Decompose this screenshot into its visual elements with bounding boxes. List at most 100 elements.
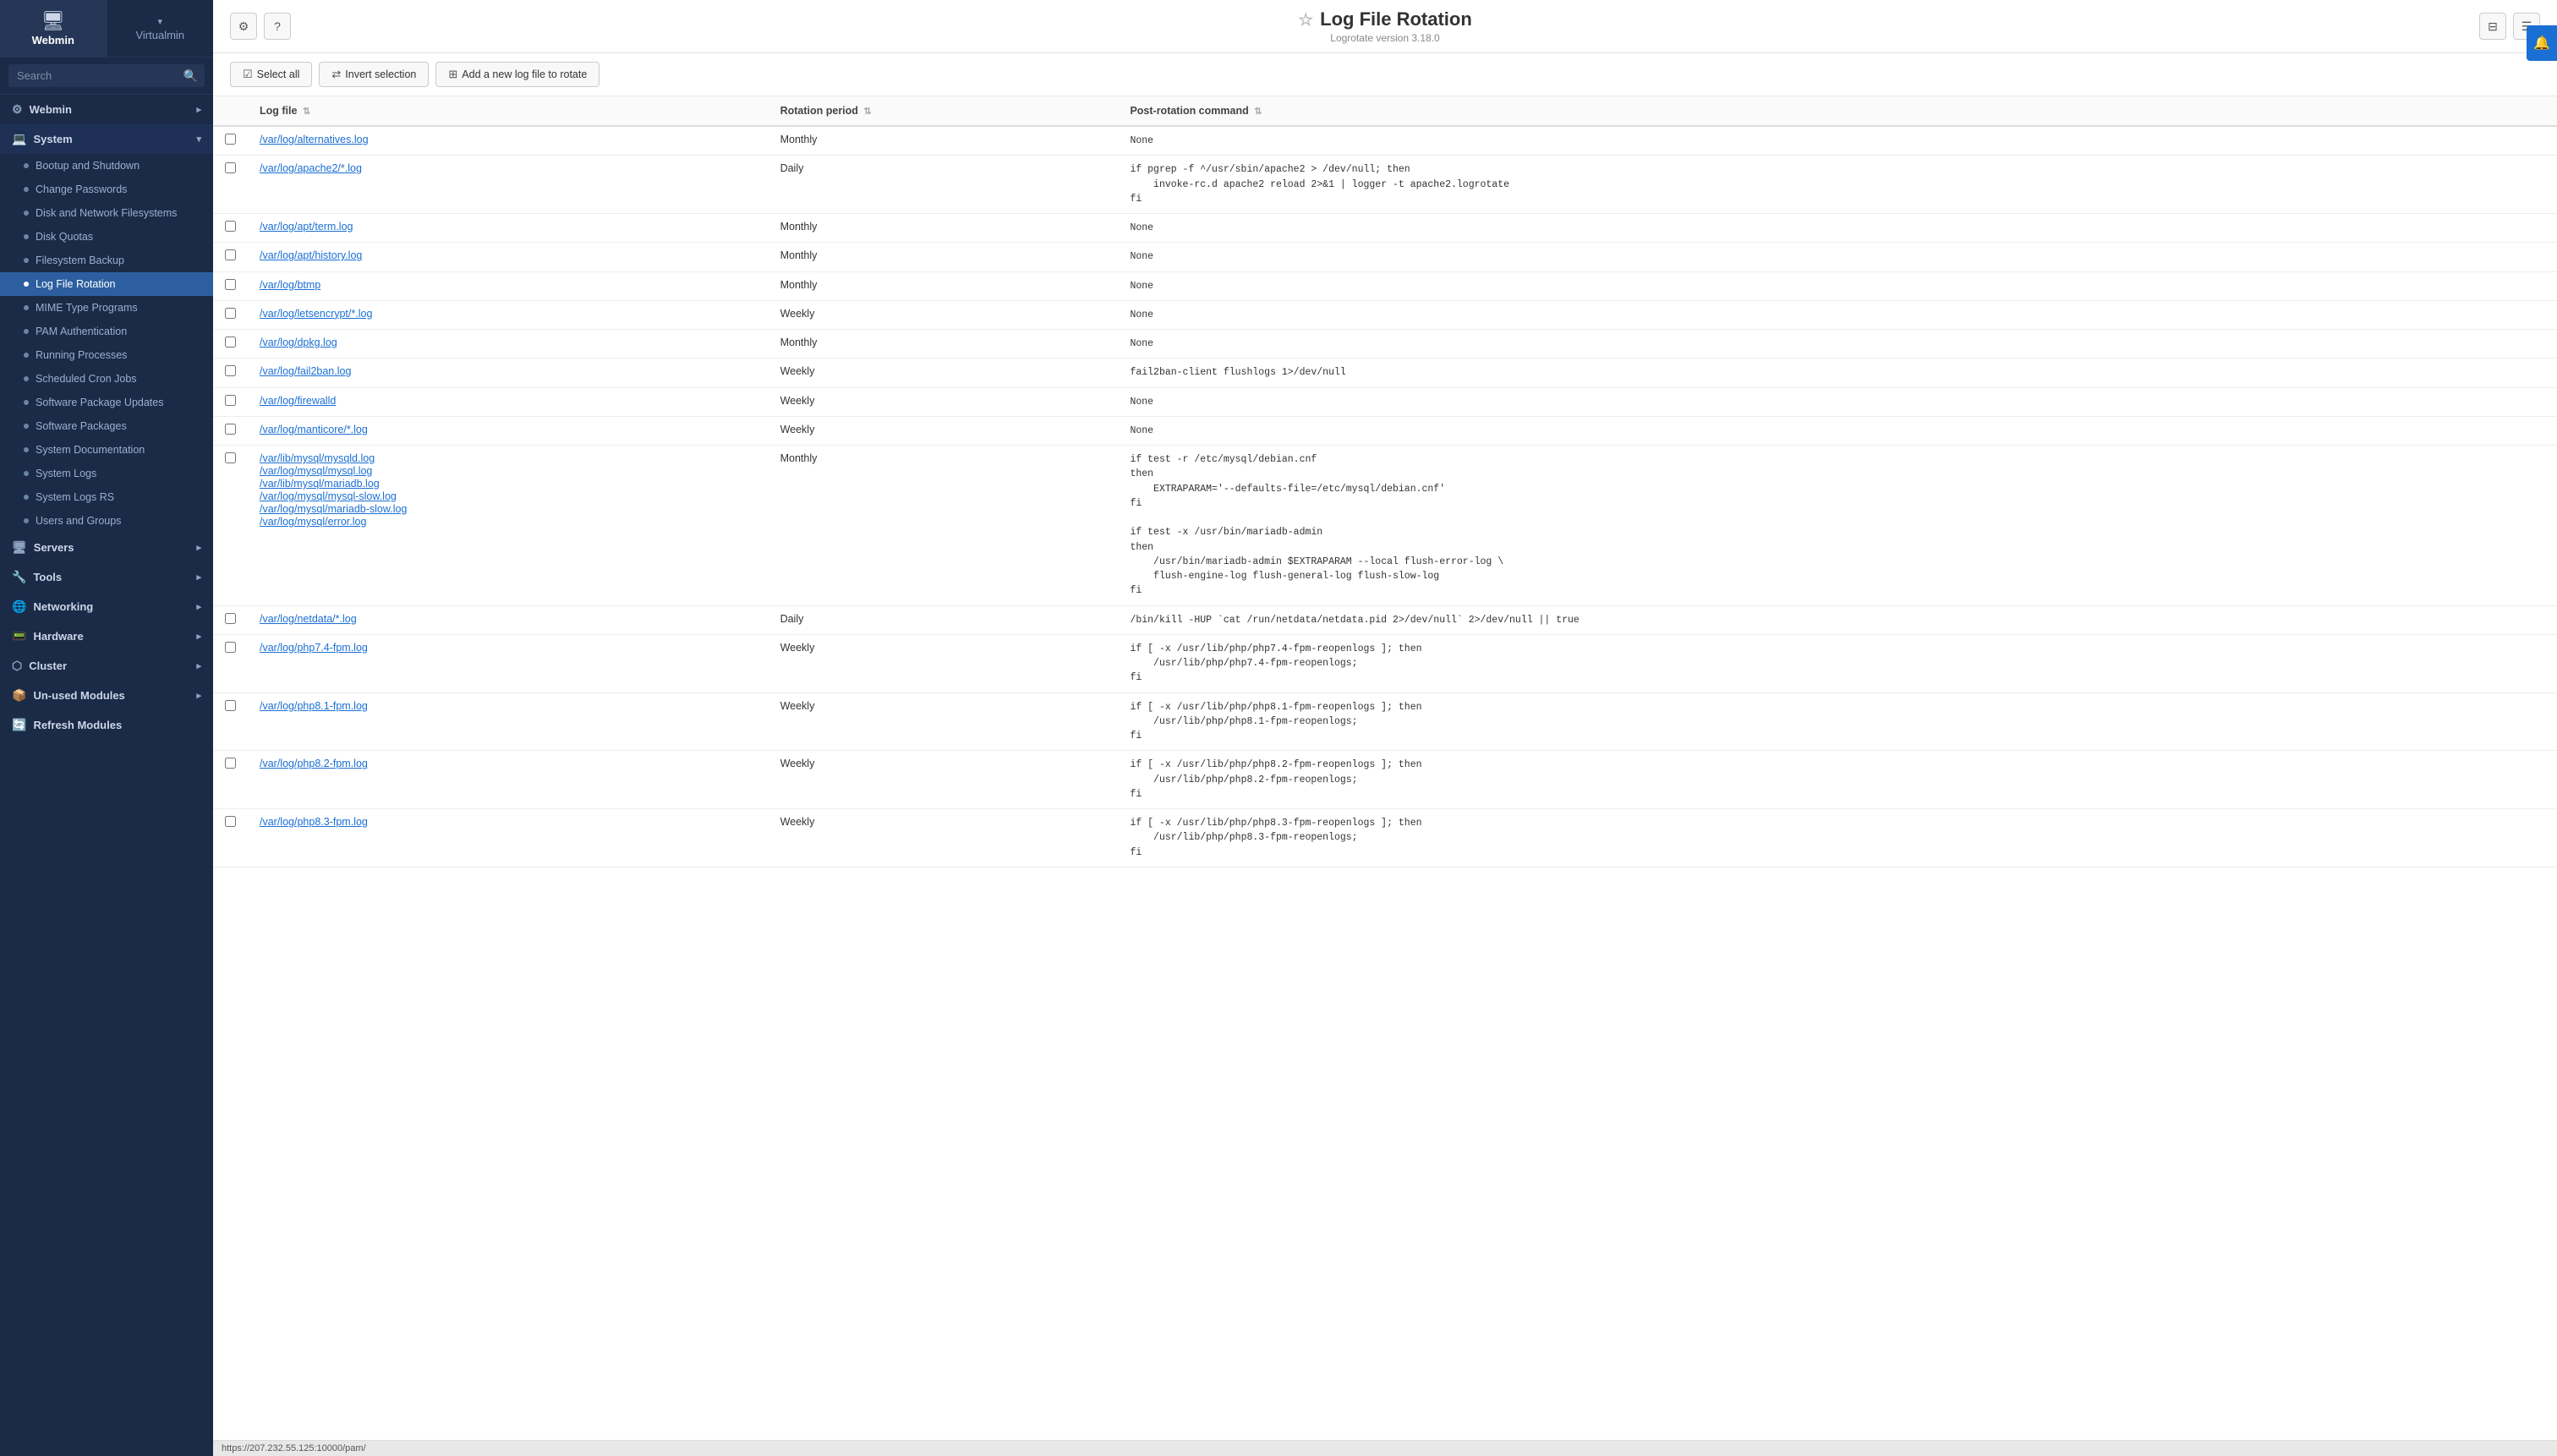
log-file-link[interactable]: /var/log/mysql/mysql-slow.log xyxy=(260,490,757,502)
log-file-link[interactable]: /var/log/mysql/mariadb-slow.log xyxy=(260,503,757,515)
sidebar-item-disk-network[interactable]: Disk and Network Filesystems xyxy=(0,201,213,225)
sidebar-item-cluster[interactable]: ⬡ Cluster ▸ xyxy=(0,651,213,681)
row-checkbox[interactable] xyxy=(225,308,236,319)
log-file-link[interactable]: /var/lib/mysql/mysqld.log xyxy=(260,452,757,464)
row-checkbox[interactable] xyxy=(225,134,236,145)
row-checkbox[interactable] xyxy=(225,613,236,624)
row-checkbox[interactable] xyxy=(225,249,236,260)
table-body: /var/log/alternatives.logMonthlyNone/var… xyxy=(213,126,2557,867)
row-checkbox[interactable] xyxy=(225,221,236,232)
settings-button[interactable]: ⚙ xyxy=(230,13,257,40)
filter-button[interactable]: ⊟ xyxy=(2479,13,2506,40)
sidebar-item-system-logs-rs[interactable]: System Logs RS xyxy=(0,485,213,509)
log-file-link[interactable]: /var/log/netdata/*.log xyxy=(260,613,757,625)
topbar-center: ☆ Log File Rotation Logrotate version 3.… xyxy=(291,8,2479,44)
virtualmin-button[interactable]: ▾ Virtualmin xyxy=(107,0,214,57)
log-file-link[interactable]: /var/log/letsencrypt/*.log xyxy=(260,308,757,320)
log-file-link[interactable]: /var/log/php8.2-fpm.log xyxy=(260,758,757,769)
log-file-cell: /var/log/apache2/*.log xyxy=(248,156,769,214)
log-file-link[interactable]: /var/log/manticore/*.log xyxy=(260,424,757,435)
log-file-cell: /var/lib/mysql/mysqld.log/var/log/mysql/… xyxy=(248,446,769,606)
sidebar-item-log-file-rotation[interactable]: Log File Rotation xyxy=(0,272,213,296)
sidebar-item-system-docs[interactable]: System Documentation xyxy=(0,438,213,462)
row-checkbox[interactable] xyxy=(225,642,236,653)
sidebar-item-software-packages[interactable]: Software Packages xyxy=(0,414,213,438)
sidebar-item-disk-quotas[interactable]: Disk Quotas xyxy=(0,225,213,249)
post-cmd-sort-icon: ⇅ xyxy=(1254,107,1262,117)
header-log-file[interactable]: Log file ⇅ xyxy=(248,96,769,126)
row-checkbox[interactable] xyxy=(225,162,236,173)
servers-collapse-icon: ▸ xyxy=(196,542,201,553)
help-button[interactable]: ? xyxy=(264,13,291,40)
log-file-cell: /var/log/firewalld xyxy=(248,387,769,416)
sidebar-item-bootup[interactable]: Bootup and Shutdown xyxy=(0,154,213,178)
row-checkbox[interactable] xyxy=(225,424,236,435)
header-rotation-period[interactable]: Rotation period ⇅ xyxy=(769,96,1119,126)
post-cmd-cell: None xyxy=(1118,243,2557,271)
row-checkbox[interactable] xyxy=(225,700,236,711)
rotation-period-sort-icon: ⇅ xyxy=(863,107,871,117)
sidebar-item-change-passwords[interactable]: Change Passwords xyxy=(0,178,213,201)
row-checkbox[interactable] xyxy=(225,337,236,348)
table-row: /var/log/apache2/*.logDailyif pgrep -f ^… xyxy=(213,156,2557,214)
webmin-brand-button[interactable]: 🖥 Webmin xyxy=(0,0,107,57)
sidebar-item-system[interactable]: 💻 System ▾ xyxy=(0,124,213,154)
post-cmd-cell: None xyxy=(1118,300,2557,329)
sidebar-item-scheduled-cron[interactable]: Scheduled Cron Jobs xyxy=(0,367,213,391)
log-file-link[interactable]: /var/log/mysql/mysql.log xyxy=(260,465,757,477)
networking-nav-icon: 🌐 xyxy=(12,599,26,614)
log-file-link[interactable]: /var/log/apache2/*.log xyxy=(260,162,757,174)
table-row: /var/log/alternatives.logMonthlyNone xyxy=(213,126,2557,156)
log-file-link[interactable]: /var/log/php7.4-fpm.log xyxy=(260,642,757,654)
sidebar-item-system-logs[interactable]: System Logs xyxy=(0,462,213,485)
sidebar-item-pam-auth[interactable]: PAM Authentication xyxy=(0,320,213,343)
search-input[interactable] xyxy=(8,64,205,87)
webmin-collapse-icon: ▸ xyxy=(196,104,201,115)
row-checkbox[interactable] xyxy=(225,452,236,463)
rotation-cell: Weekly xyxy=(769,634,1119,692)
sidebar-item-users-groups[interactable]: Users and Groups xyxy=(0,509,213,533)
sidebar-item-webmin[interactable]: ⚙ Webmin ▸ xyxy=(0,95,213,124)
log-file-cell: /var/log/php8.1-fpm.log xyxy=(248,692,769,751)
checkbox-icon: ☑ xyxy=(243,68,253,81)
star-icon[interactable]: ☆ xyxy=(1298,9,1313,30)
log-file-link[interactable]: /var/log/php8.3-fpm.log xyxy=(260,816,757,828)
rotation-cell: Weekly xyxy=(769,300,1119,329)
log-file-link[interactable]: /var/log/fail2ban.log xyxy=(260,365,757,377)
row-checkbox[interactable] xyxy=(225,816,236,827)
log-file-link[interactable]: /var/log/firewalld xyxy=(260,395,757,407)
log-file-link[interactable]: /var/log/dpkg.log xyxy=(260,337,757,348)
sidebar-item-servers[interactable]: 🖥 Servers ▸ xyxy=(0,533,213,562)
sidebar-item-filesystem-backup[interactable]: Filesystem Backup xyxy=(0,249,213,272)
row-checkbox[interactable] xyxy=(225,758,236,769)
notification-bell[interactable]: 🔔 xyxy=(2527,25,2557,61)
sidebar-item-running-processes[interactable]: Running Processes xyxy=(0,343,213,367)
rotation-cell: Weekly xyxy=(769,809,1119,868)
log-file-link[interactable]: /var/lib/mysql/mariadb.log xyxy=(260,478,757,490)
rotation-cell: Monthly xyxy=(769,330,1119,359)
row-checkbox[interactable] xyxy=(225,279,236,290)
log-file-link[interactable]: /var/log/btmp xyxy=(260,279,757,291)
select-all-button[interactable]: ☑ Select all xyxy=(230,62,312,87)
invert-selection-button[interactable]: ⇄ Invert selection xyxy=(319,62,429,87)
log-file-link[interactable]: /var/log/apt/term.log xyxy=(260,221,757,233)
add-new-button[interactable]: ⊞ Add a new log file to rotate xyxy=(435,62,600,87)
sidebar-item-refresh-modules[interactable]: 🔄 Refresh Modules xyxy=(0,710,213,740)
row-checkbox[interactable] xyxy=(225,365,236,376)
sidebar-item-tools[interactable]: 🔧 Tools ▸ xyxy=(0,562,213,592)
rotation-cell: Monthly xyxy=(769,214,1119,243)
table-row: /var/log/apt/term.logMonthlyNone xyxy=(213,214,2557,243)
log-file-link[interactable]: /var/log/alternatives.log xyxy=(260,134,757,145)
sidebar-item-networking[interactable]: 🌐 Networking ▸ xyxy=(0,592,213,621)
sidebar-item-mime-type[interactable]: MIME Type Programs xyxy=(0,296,213,320)
log-file-link[interactable]: /var/log/mysql/error.log xyxy=(260,516,757,528)
sidebar-item-unused-modules[interactable]: 📦 Un-used Modules ▸ xyxy=(0,681,213,710)
row-checkbox[interactable] xyxy=(225,395,236,406)
sidebar-item-software-pkg-updates[interactable]: Software Package Updates xyxy=(0,391,213,414)
sidebar-item-hardware[interactable]: 📟 Hardware ▸ xyxy=(0,621,213,651)
header-post-rotation-cmd[interactable]: Post-rotation command ⇅ xyxy=(1118,96,2557,126)
status-url: https://207.232.55.125:10000/pam/ xyxy=(222,1443,366,1453)
log-file-link[interactable]: /var/log/apt/history.log xyxy=(260,249,757,261)
table-row: /var/log/php8.1-fpm.logWeeklyif [ -x /us… xyxy=(213,692,2557,751)
log-file-link[interactable]: /var/log/php8.1-fpm.log xyxy=(260,700,757,712)
